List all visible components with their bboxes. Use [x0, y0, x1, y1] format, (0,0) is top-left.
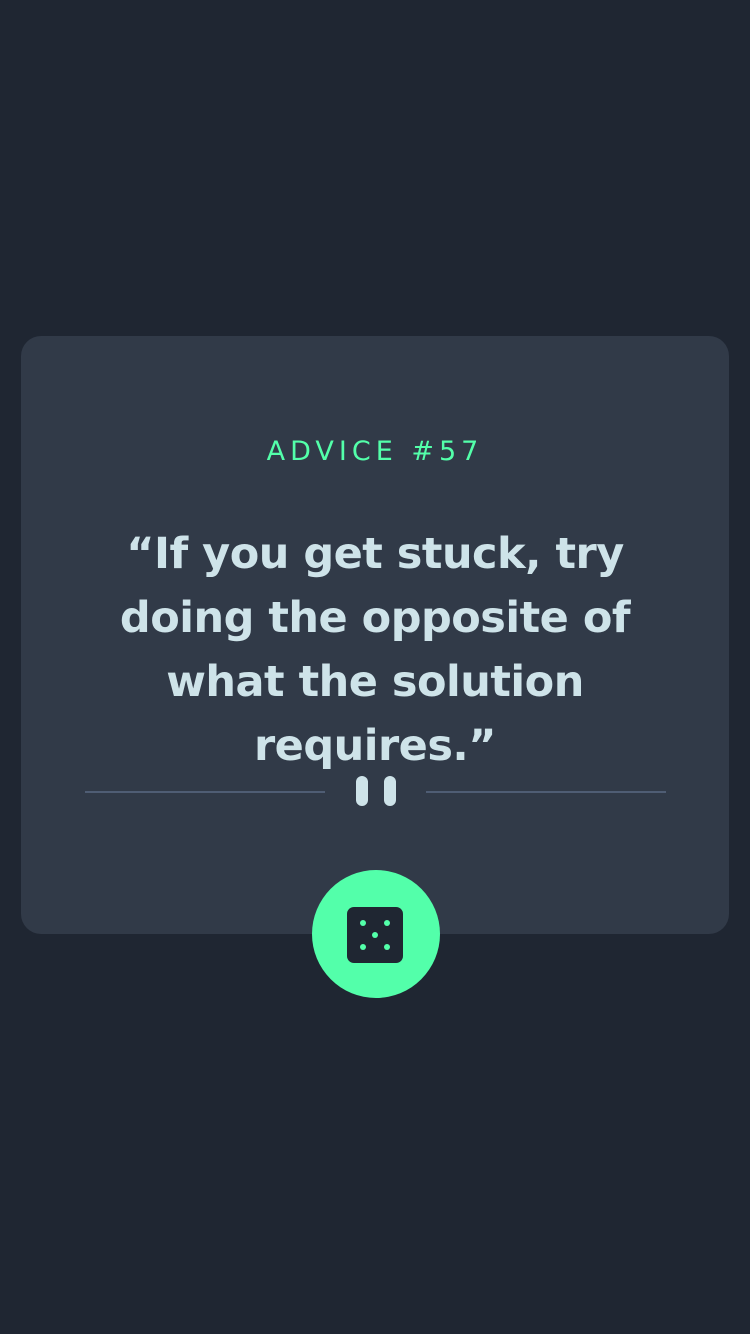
advice-quote: “If you get stuck, try doing the opposit… [119, 529, 631, 771]
divider-line-left [85, 791, 325, 793]
pause-icon [355, 776, 397, 806]
generate-advice-button[interactable] [312, 870, 440, 998]
pause-bar-right [384, 776, 396, 806]
advice-id-label: ADVICE #57 [266, 436, 484, 467]
pause-bar-left [356, 776, 368, 806]
dice-icon [347, 907, 403, 963]
divider-line-right [426, 791, 666, 793]
